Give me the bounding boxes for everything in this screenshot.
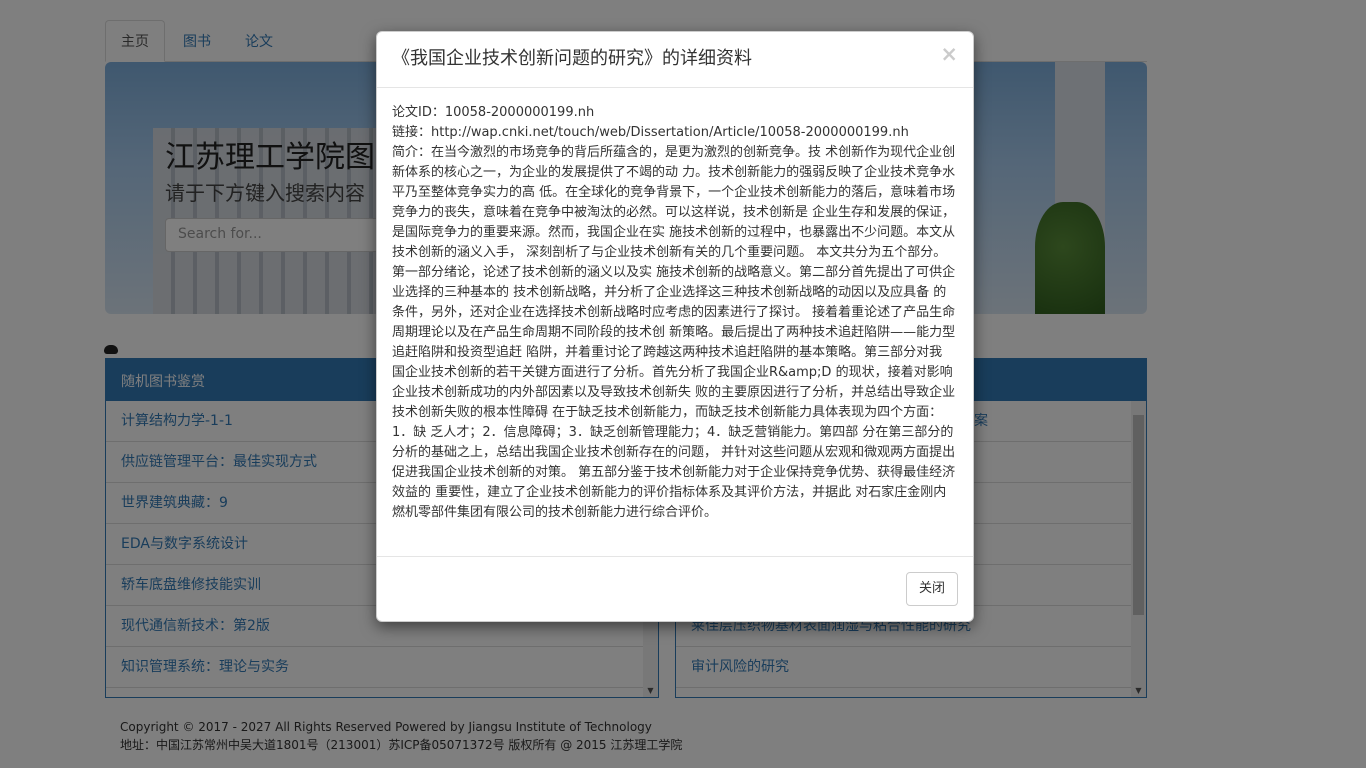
modal-title: 《我国企业技术创新问题的研究》的详细资料	[392, 48, 752, 69]
close-icon[interactable]: ×	[940, 44, 958, 65]
modal-footer: 关闭	[377, 556, 973, 621]
close-button[interactable]: 关闭	[905, 572, 958, 606]
paper-summary: 简介：在当今激烈的市场竞争的背后所蕴含的，是更为激烈的创新竞争。技 术创新作为现…	[392, 145, 956, 520]
modal-body: 论文ID：10058-2000000199.nh 链接：http://wap.c…	[377, 88, 973, 558]
paper-link: 链接：http://wap.cnki.net/touch/web/Dissert…	[392, 125, 909, 140]
detail-modal: 《我国企业技术创新问题的研究》的详细资料 × 论文ID：10058-200000…	[376, 31, 974, 622]
modal-header: 《我国企业技术创新问题的研究》的详细资料 ×	[377, 32, 973, 88]
paper-id: 论文ID：10058-2000000199.nh	[392, 105, 595, 120]
